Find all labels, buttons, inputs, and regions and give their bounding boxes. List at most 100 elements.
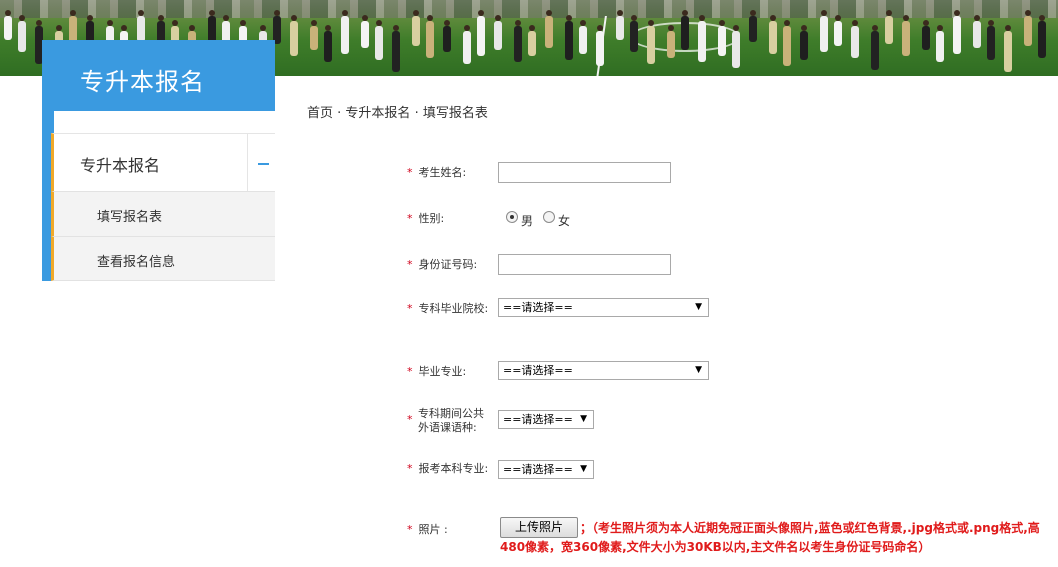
banner-figure-head <box>682 10 688 16</box>
collapse-toggle[interactable] <box>247 134 278 192</box>
submenu-label: 填写报名表 <box>97 210 163 225</box>
target-major-select[interactable]: ==请选择== ▼ <box>498 460 594 479</box>
banner-figure-head <box>87 15 93 21</box>
language-select-value: ==请选择== <box>503 413 573 426</box>
banner-figure <box>1038 21 1046 58</box>
gender-male-label: 男 <box>521 214 534 228</box>
breadcrumb-separator: · <box>333 106 346 121</box>
upload-photo-button[interactable]: 上传照片 <box>500 517 578 538</box>
banner-figure-head <box>750 10 756 16</box>
breadcrumb-current: 填写报名表 <box>422 106 488 121</box>
banner-figure-head <box>988 20 994 26</box>
banner-figure-head <box>546 10 552 16</box>
banner-figure-head <box>376 20 382 26</box>
banner-figure <box>361 21 369 48</box>
banner-figure-head <box>937 25 943 31</box>
submenu-label: 查看报名信息 <box>97 255 176 270</box>
banner-figure <box>596 31 604 66</box>
banner-figure <box>667 31 675 58</box>
banner-figure <box>820 16 828 52</box>
required-mark: * <box>407 365 413 378</box>
banner-figure-head <box>835 15 841 21</box>
sidebar-menu-zsb[interactable]: 专升本报名 <box>51 133 278 192</box>
banner-figure-head <box>631 15 637 21</box>
banner-figure <box>341 16 349 54</box>
banner-figure-head <box>784 20 790 26</box>
required-mark: * <box>407 212 413 225</box>
banner-figure-head <box>274 10 280 16</box>
banner-figure-head <box>719 20 725 26</box>
banner-figure <box>800 31 808 60</box>
gender-female-label: 女 <box>558 214 571 228</box>
breadcrumb-separator: · <box>410 106 423 121</box>
caret-down-icon: ▼ <box>695 365 702 375</box>
name-label: * 考生姓名: <box>407 166 467 179</box>
breadcrumb-section[interactable]: 专升本报名 <box>345 106 410 121</box>
banner-figure <box>885 16 893 44</box>
banner-figure <box>630 21 638 52</box>
banner-figure-head <box>121 25 127 31</box>
caret-down-icon: ▼ <box>580 464 587 474</box>
banner-figure-head <box>954 10 960 16</box>
banner-figure <box>973 21 981 48</box>
banner-figure-head <box>801 25 807 31</box>
banner-figure <box>528 31 536 56</box>
banner-figure-head <box>566 15 572 21</box>
banner-figure-head <box>5 10 11 16</box>
banner-figure <box>616 16 624 40</box>
banner-figure-head <box>36 20 42 26</box>
banner-figure <box>783 26 791 66</box>
banner-figure <box>936 31 944 62</box>
banner-figure <box>579 26 587 54</box>
banner-figure-head <box>240 20 246 26</box>
banner-figure-head <box>342 10 348 16</box>
banner-figure <box>698 21 706 62</box>
banner-figure <box>310 26 318 50</box>
breadcrumb: 首页 · 专升本报名 · 填写报名表 <box>307 102 488 121</box>
required-mark: * <box>407 413 413 426</box>
banner-figure <box>834 21 842 46</box>
banner-figure <box>290 21 298 56</box>
banner-figure-head <box>1039 15 1045 21</box>
photo-label: * 照片 : <box>407 523 448 536</box>
banner-figure-head <box>821 10 827 16</box>
breadcrumb-home[interactable]: 首页 <box>307 106 333 121</box>
upload-note: ；（考生照片须为本人近期免冠正面头像照片,蓝色或红色背景,.jpg格式或.png… <box>500 521 1040 554</box>
banner-figure-head <box>427 15 433 21</box>
banner-figure <box>922 26 930 50</box>
banner-figure <box>4 16 12 40</box>
required-mark: * <box>407 302 413 315</box>
required-mark: * <box>407 523 413 536</box>
language-label: * 专科期间公共 外语课语种: <box>407 407 484 434</box>
banner-figure-head <box>311 20 317 26</box>
sidebar-title: 专升本报名 <box>80 68 205 96</box>
banner-figure <box>565 21 573 60</box>
banner-figure-head <box>872 25 878 31</box>
major-select[interactable]: ==请选择== ▼ <box>498 361 709 380</box>
language-select[interactable]: ==请选择== ▼ <box>498 410 594 429</box>
banner-figure-head <box>158 15 164 21</box>
banner-figure <box>545 16 553 48</box>
sidebar-item-view-info[interactable]: 查看报名信息 <box>51 236 275 281</box>
banner-figure-head <box>886 10 892 16</box>
banner-figure-head <box>597 25 603 31</box>
minus-icon <box>258 163 269 165</box>
college-select[interactable]: ==请选择== ▼ <box>498 298 709 317</box>
target-major-select-value: ==请选择== <box>503 463 573 476</box>
banner-figure-head <box>260 25 266 31</box>
banner-figure <box>987 26 995 60</box>
banner-figure-head <box>138 10 144 16</box>
banner-figure-head <box>515 20 521 26</box>
banner-figure <box>324 31 332 62</box>
banner-figure <box>647 26 655 64</box>
banner-figure <box>902 21 910 56</box>
id-number-input[interactable] <box>498 254 671 275</box>
gender-female-radio[interactable] <box>543 211 555 223</box>
sidebar-item-fill-form[interactable]: 填写报名表 <box>51 191 275 236</box>
banner-figure-head <box>648 20 654 26</box>
banner-figure-head <box>413 10 419 16</box>
name-input[interactable] <box>498 162 671 183</box>
gender-male-radio[interactable] <box>506 211 518 223</box>
banner-figure <box>494 21 502 50</box>
banner-figure <box>1024 16 1032 46</box>
